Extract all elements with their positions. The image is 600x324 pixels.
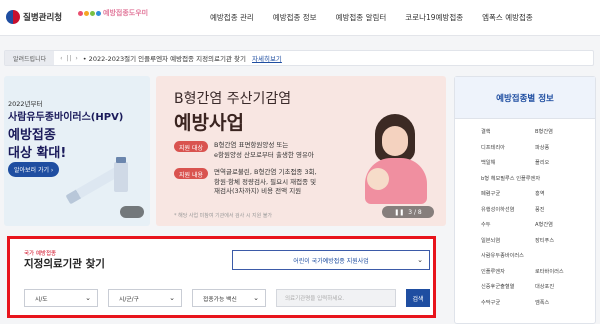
vaccine-info-row: 일본뇌염 장티푸스 [455, 232, 597, 247]
vaccine-info-row: 신증후군출혈열 대상포진 [455, 278, 597, 293]
vaccine-helper-logo[interactable]: 예방접종도우미 [78, 8, 148, 18]
vaccine-info-item[interactable]: 파상풍 [535, 144, 549, 151]
hpv-banner-line4: 대상 확대! [8, 146, 67, 161]
vaccine-info-item[interactable]: 일본뇌염 [481, 237, 500, 244]
support-target-line: B형간염 표면항원양성 또는 [214, 141, 289, 149]
vaccine-info-item[interactable]: 신증후군출혈열 [481, 283, 514, 290]
vaccine-info-item[interactable]: 대상포진 [535, 283, 554, 290]
support-content-line: 항원·항체 정량검사, 필요시 재접종 및 [214, 177, 317, 186]
hpv-banner-line1: 2022년부터 [8, 100, 43, 108]
nav-item-mpox[interactable]: 엠폭스 예방접종 [482, 12, 533, 23]
support-target-row: 지원 대상 B형간염 표면항원양성 또는 e항원양성 산모로부터 출생한 영유아 [174, 141, 314, 160]
notice-more-link[interactable]: 자세히보기 [252, 53, 282, 63]
vaccine-info-row: 디프테리아 파상풍 [455, 139, 597, 154]
vaccine-info-item[interactable]: b형 헤모필루스 인플루엔자 [481, 175, 540, 182]
support-content-row: 지원 내용 면역글로불린, B형간염 기초접종 3회, 항원·항체 정량검사, … [174, 168, 317, 197]
province-select-value: 시/도 [35, 296, 48, 303]
chevron-down-icon: ⌄ [169, 294, 175, 302]
banner-headline: 예방사업 [174, 112, 244, 134]
vaccine-info-item[interactable]: 홍역 [535, 190, 545, 197]
vaccine-info-item[interactable]: 결핵 [481, 128, 491, 135]
province-select[interactable]: 시/도 ⌄ [24, 289, 98, 307]
vial-icon [114, 157, 128, 192]
hpv-banner[interactable]: 2022년부터 사람유두종바이러스(HPV) 예방접종 대상 확대! 알아보러 … [4, 76, 150, 226]
vaccine-info-item[interactable]: 폐렴구균 [481, 190, 500, 197]
program-select[interactable]: 어린이 국가예방접종 지원사업 ⌄ [232, 250, 430, 270]
vaccine-info-item[interactable]: 장티푸스 [535, 237, 554, 244]
vaccine-select[interactable]: 접종가능 백신 ⌄ [192, 289, 266, 307]
kdca-logo-text: 질병관리청 [23, 13, 63, 23]
nav-item-vaccination-notice[interactable]: 예방접종 알림터 [336, 12, 387, 23]
vaccine-info-item[interactable]: 수두 [481, 221, 491, 228]
vaccine-info-item[interactable]: 엠폭스 [535, 299, 549, 306]
notice-bar: 알려드립니다 ‹ || › • 2022-2023절기 인플루엔자 예방접종 지… [4, 50, 594, 66]
search-title: 지정의료기관 찾기 [24, 258, 105, 270]
clinic-name-input[interactable]: 의료기관명을 입력하세요. [276, 289, 396, 307]
support-content-tag: 지원 내용 [174, 168, 208, 179]
banner-footnote: * 해당 사업 미참여 기관에서 검사 시 지원 불가 [174, 213, 273, 219]
vaccine-info-row: 백일해 폴리오 [455, 154, 597, 169]
kdca-emblem-icon [6, 10, 20, 24]
support-target-line: e항원양성 산모로부터 출생한 영유아 [214, 150, 314, 159]
hpv-banner-line2: 사람유두종바이러스(HPV) [8, 112, 124, 123]
support-target-tag: 지원 대상 [174, 141, 208, 152]
vaccine-logo-text: 예방접종도우미 [103, 9, 149, 17]
vaccine-info-title: 예방접종별 정보 [455, 77, 595, 119]
hpv-banner-pager[interactable] [120, 206, 144, 218]
vaccine-info-item[interactable]: 풍진 [535, 206, 545, 213]
vaccine-select-value: 접종가능 백신 [203, 296, 237, 303]
header: 질병관리청 예방접종도우미 예방접종 관리 예방접종 정보 예방접종 알림터 코… [0, 0, 600, 36]
vaccine-info-row: 인플루엔자 로타바이러스 [455, 263, 597, 278]
support-content-line: 재검사(3차까지) 비용 전액 지원 [214, 187, 302, 195]
vaccine-info-item[interactable]: 디프테리아 [481, 144, 505, 151]
nav-item-vaccination-management[interactable]: 예방접종 관리 [210, 12, 254, 23]
program-select-value: 어린이 국가예방접종 지원사업 [293, 257, 369, 265]
hpv-banner-line3: 예방접종 [8, 128, 56, 143]
banner-title: B형간염 주산기감염 [174, 91, 292, 107]
vaccine-info-panel: 예방접종별 정보 결핵 B형간염디프테리아 파상풍백일해 폴리오 b형 헤모필루스 인플… [454, 76, 596, 324]
notice-text[interactable]: • 2022-2023절기 인플루엔자 예방접종 지정의료기관 찾기 [83, 53, 246, 63]
vaccine-info-item[interactable]: A형간염 [535, 221, 553, 228]
nav-item-vaccination-info[interactable]: 예방접종 정보 [273, 12, 317, 23]
vaccine-info-item[interactable]: 백일해 [481, 159, 495, 166]
vaccine-info-item[interactable]: 수막구균 [481, 299, 500, 306]
vaccine-info-row: 수두 A형간염 [455, 216, 597, 231]
vaccine-info-item[interactable]: 로타바이러스 [535, 268, 564, 275]
hepatitis-b-banner[interactable]: B형간염 주산기감염 예방사업 지원 대상 B형간염 표면항원양성 또는 e항원… [156, 76, 446, 226]
district-select[interactable]: 시/군/구 ⌄ [108, 289, 182, 307]
chevron-down-icon: ⌄ [417, 256, 423, 264]
vaccine-info-row: 사람유두종바이러스 [455, 247, 597, 262]
vaccine-info-row: 폐렴구균 홍역 [455, 185, 597, 200]
nav-item-covid19[interactable]: 코로나19예방접종 [405, 12, 463, 23]
clinic-search-box: 국가 예방접종 지정의료기관 찾기 어린이 국가예방접종 지원사업 ⌄ 시/도 … [7, 236, 436, 318]
notice-controls[interactable]: ‹ || › [60, 55, 79, 62]
kdca-logo[interactable]: 질병관리청 [6, 10, 62, 24]
support-target-text: B형간염 표면항원양성 또는 e항원양성 산모로부터 출생한 영유아 [214, 141, 314, 160]
notice-badge: 알려드립니다 [5, 51, 55, 65]
vaccine-info-row: 유행성이하선염 풍진 [455, 201, 597, 216]
vaccine-info-item[interactable]: 유행성이하선염 [481, 206, 514, 213]
support-content-text: 면역글로불린, B형간염 기초접종 3회, 항원·항체 정량검사, 필요시 재접… [214, 168, 317, 197]
banner-pager[interactable]: ❚❚ 3 / 8 [382, 206, 434, 218]
pause-icon[interactable]: ❚❚ [394, 209, 404, 216]
vaccine-info-row: 결핵 B형간염 [455, 123, 597, 138]
vaccine-info-item[interactable]: 사람유두종바이러스 [481, 252, 524, 259]
hpv-more-button[interactable]: 알아보러 가기 › [8, 162, 60, 177]
main-nav: 예방접종 관리 예방접종 정보 예방접종 알림터 코로나19예방접종 엠폭스 예… [210, 12, 533, 23]
chevron-down-icon: ⌄ [253, 294, 259, 302]
page: 질병관리청 예방접종도우미 예방접종 관리 예방접종 정보 예방접종 알림터 코… [0, 0, 600, 324]
support-content-line: 면역글로불린, B형간염 기초접종 3회, [214, 168, 317, 176]
search-button[interactable]: 검색 [406, 289, 430, 307]
vaccine-info-item[interactable]: B형간염 [535, 128, 553, 135]
vaccine-info-row: 수막구균 엠폭스 [455, 294, 597, 309]
pager-count: 3 / 8 [408, 208, 422, 216]
vaccine-dots-icon [78, 10, 101, 16]
chevron-down-icon: ⌄ [85, 294, 91, 302]
vaccine-info-row: b형 헤모필루스 인플루엔자 [455, 170, 597, 185]
district-select-value: 시/군/구 [119, 296, 139, 303]
vaccine-info-item[interactable]: 인플루엔자 [481, 268, 505, 275]
vaccine-info-item[interactable]: 폴리오 [535, 159, 549, 166]
mother-baby-illustration [361, 114, 431, 204]
